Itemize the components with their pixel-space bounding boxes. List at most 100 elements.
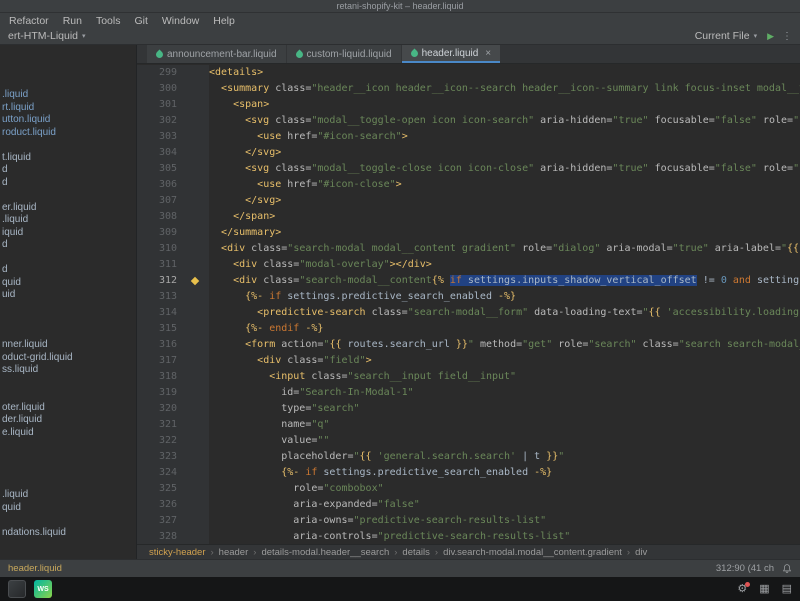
code-line[interactable]: 328 aria-controls="predictive-search-res…: [137, 529, 800, 544]
line-number[interactable]: 308: [137, 209, 183, 225]
code-line[interactable]: 325 role="combobox": [137, 481, 800, 497]
code-line[interactable]: 307 </svg>: [137, 193, 800, 209]
line-number[interactable]: 301: [137, 97, 183, 113]
line-number[interactable]: 319: [137, 385, 183, 401]
line-number[interactable]: 328: [137, 529, 183, 544]
line-number[interactable]: 316: [137, 337, 183, 353]
line-number[interactable]: 321: [137, 417, 183, 433]
code-line[interactable]: 300 <summary class="header__icon header_…: [137, 81, 800, 97]
more-options-icon[interactable]: ⋮: [782, 31, 792, 42]
terminal-app-icon[interactable]: [8, 580, 26, 598]
menu-git[interactable]: Git: [127, 15, 154, 27]
menu-window[interactable]: Window: [155, 15, 206, 27]
cursor-position-indicator[interactable]: 312:90 (41 ch: [716, 563, 774, 574]
run-button[interactable]: ▶: [767, 31, 774, 42]
code-line[interactable]: 313 {%- if settings.predictive_search_en…: [137, 289, 800, 305]
project-file-item[interactable]: ss.liquid: [0, 364, 136, 377]
line-number[interactable]: 311: [137, 257, 183, 273]
code-line[interactable]: 327 aria-owns="predictive-search-results…: [137, 513, 800, 529]
project-file-item[interactable]: er.liquid: [0, 202, 136, 215]
project-file-item[interactable]: .liquid: [0, 489, 136, 502]
project-file-item[interactable]: t.liquid: [0, 152, 136, 165]
menu-tools[interactable]: Tools: [89, 15, 128, 27]
window-titlebar[interactable]: retani-shopify-kit – header.liquid: [0, 0, 800, 13]
breadcrumb-item[interactable]: div.search-modal.modal__content.gradient: [443, 547, 622, 558]
code-line[interactable]: 318 <input class="search__input field__i…: [137, 369, 800, 385]
line-number[interactable]: 314: [137, 305, 183, 321]
project-file-item[interactable]: iquid: [0, 227, 136, 240]
menu-run[interactable]: Run: [56, 15, 89, 27]
code-line[interactable]: 305 <svg class="modal__toggle-close icon…: [137, 161, 800, 177]
line-number[interactable]: 299: [137, 65, 183, 81]
code-line[interactable]: 312 <div class="search-modal__content{% …: [137, 273, 800, 289]
line-number[interactable]: 305: [137, 161, 183, 177]
project-file-item[interactable]: .liquid: [0, 214, 136, 227]
run-config-label[interactable]: Current File: [695, 30, 750, 42]
breadcrumb-item[interactable]: header: [219, 547, 249, 558]
webstorm-app-icon[interactable]: WS: [34, 580, 52, 598]
line-number[interactable]: 313: [137, 289, 183, 305]
line-number[interactable]: 324: [137, 465, 183, 481]
project-config-widget[interactable]: ert-HTM-Liquid ▾: [8, 30, 86, 42]
line-number[interactable]: 317: [137, 353, 183, 369]
code-line[interactable]: 310 <div class="search-modal modal__cont…: [137, 241, 800, 257]
line-number[interactable]: 309: [137, 225, 183, 241]
project-file-item[interactable]: quid: [0, 502, 136, 515]
line-number[interactable]: 302: [137, 113, 183, 129]
line-number[interactable]: 325: [137, 481, 183, 497]
close-icon[interactable]: ×: [485, 48, 491, 59]
editor-tab[interactable]: header.liquid×: [402, 45, 501, 63]
breadcrumb-item[interactable]: div: [635, 547, 647, 558]
code-line[interactable]: 309 </summary>: [137, 225, 800, 241]
code-line[interactable]: 322 value="": [137, 433, 800, 449]
line-number[interactable]: 304: [137, 145, 183, 161]
line-number[interactable]: 303: [137, 129, 183, 145]
bookmark-marker-icon[interactable]: [191, 277, 199, 285]
chevron-down-icon[interactable]: ▾: [754, 32, 758, 40]
notifications-bell-icon[interactable]: [782, 564, 792, 574]
code-line[interactable]: 326 aria-expanded="false": [137, 497, 800, 513]
code-line[interactable]: 299<details>: [137, 65, 800, 81]
code-line[interactable]: 304 </svg>: [137, 145, 800, 161]
line-number[interactable]: 306: [137, 177, 183, 193]
line-number[interactable]: 318: [137, 369, 183, 385]
project-file-item[interactable]: ndations.liquid: [0, 527, 136, 540]
editor-tab[interactable]: announcement-bar.liquid: [147, 45, 286, 63]
project-file-item[interactable]: e.liquid: [0, 427, 136, 440]
code-line[interactable]: 317 <div class="field">: [137, 353, 800, 369]
code-line[interactable]: 324 {%- if settings.predictive_search_en…: [137, 465, 800, 481]
line-number[interactable]: 312: [137, 273, 183, 289]
line-number[interactable]: 320: [137, 401, 183, 417]
code-editor[interactable]: 299<details>300 <summary class="header__…: [137, 64, 800, 544]
project-file-item[interactable]: d: [0, 239, 136, 252]
breadcrumb-item[interactable]: details-modal.header__search: [261, 547, 389, 558]
widgets-grid-icon[interactable]: ▦: [759, 584, 769, 595]
code-line[interactable]: 301 <span>: [137, 97, 800, 113]
project-file-item[interactable]: utton.liquid: [0, 114, 136, 127]
code-line[interactable]: 315 {%- endif -%}: [137, 321, 800, 337]
project-file-item[interactable]: roduct.liquid: [0, 127, 136, 140]
settings-gear-icon[interactable]: ⚙: [737, 584, 747, 595]
line-number[interactable]: 310: [137, 241, 183, 257]
code-line[interactable]: 303 <use href="#icon-search">: [137, 129, 800, 145]
menu-refactor[interactable]: Refactor: [2, 15, 56, 27]
line-number[interactable]: 307: [137, 193, 183, 209]
project-file-item[interactable]: .liquid: [0, 89, 136, 102]
code-line[interactable]: 319 id="Search-In-Modal-1": [137, 385, 800, 401]
line-number[interactable]: 327: [137, 513, 183, 529]
breadcrumb-item[interactable]: sticky-header: [149, 547, 206, 558]
code-line[interactable]: 316 <form action="{{ routes.search_url }…: [137, 337, 800, 353]
list-icon[interactable]: ▤: [782, 584, 792, 595]
menu-help[interactable]: Help: [206, 15, 242, 27]
code-line[interactable]: 306 <use href="#icon-close">: [137, 177, 800, 193]
project-file-item[interactable]: d: [0, 264, 136, 277]
project-file-item[interactable]: d: [0, 177, 136, 190]
line-number[interactable]: 323: [137, 449, 183, 465]
breadcrumb-item[interactable]: details: [402, 547, 429, 558]
code-line[interactable]: 314 <predictive-search class="search-mod…: [137, 305, 800, 321]
project-file-item[interactable]: oduct-grid.liquid: [0, 352, 136, 365]
code-line[interactable]: 308 </span>: [137, 209, 800, 225]
line-number[interactable]: 315: [137, 321, 183, 337]
code-line[interactable]: 311 <div class="modal-overlay"></div>: [137, 257, 800, 273]
code-line[interactable]: 320 type="search": [137, 401, 800, 417]
